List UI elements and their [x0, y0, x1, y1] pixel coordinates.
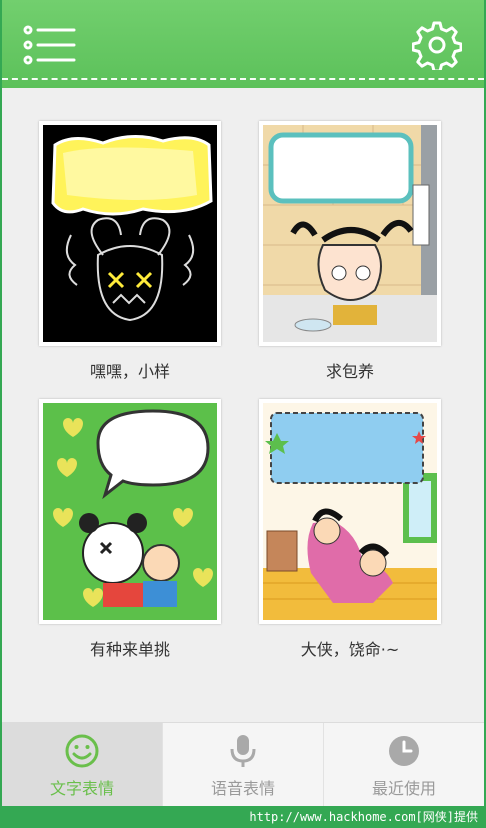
header-divider [2, 78, 484, 80]
tab-voice-stickers[interactable]: 语音表情 [163, 723, 324, 806]
microphone-icon [230, 735, 256, 767]
clock-icon [389, 736, 419, 766]
bottom-tab-bar: 文字表情 语音表情 最近使用 [2, 722, 484, 806]
tab-label: 最近使用 [371, 779, 436, 798]
sticker-card-4[interactable]: 大侠，饶命·~ [259, 399, 441, 660]
sticker-image-4[interactable] [259, 399, 441, 624]
app-window: 嘿嘿，小样 求包养 有种来单挑 大侠，饶命·~ 文字表情 语音表情 最近使用 [2, 0, 484, 806]
sticker-caption-3: 有种来单挑 [89, 640, 170, 659]
gear-icon[interactable] [411, 20, 463, 73]
sticker-image-2[interactable] [259, 121, 441, 346]
sticker-card-1[interactable]: 嘿嘿，小样 [39, 121, 221, 382]
watermark-footer: http://www.hackhome.com[网侠]提供 [0, 806, 486, 828]
smiley-icon [65, 734, 99, 768]
sticker-caption-4: 大侠，饶命·~ [300, 640, 400, 659]
tab-label: 语音表情 [210, 779, 275, 798]
tab-recent[interactable]: 最近使用 [324, 723, 484, 806]
top-bar [2, 0, 484, 88]
sticker-image-1[interactable] [39, 121, 221, 346]
sticker-caption-2: 求包养 [325, 362, 374, 381]
sticker-card-3[interactable]: 有种来单挑 [39, 399, 221, 660]
sticker-caption-1: 嘿嘿，小样 [89, 362, 170, 381]
tab-label: 文字表情 [49, 779, 114, 798]
menu-list-icon[interactable] [22, 24, 80, 66]
sticker-image-3[interactable] [39, 399, 221, 624]
sticker-card-2[interactable]: 求包养 [259, 121, 441, 382]
tab-text-stickers[interactable]: 文字表情 [2, 723, 163, 806]
